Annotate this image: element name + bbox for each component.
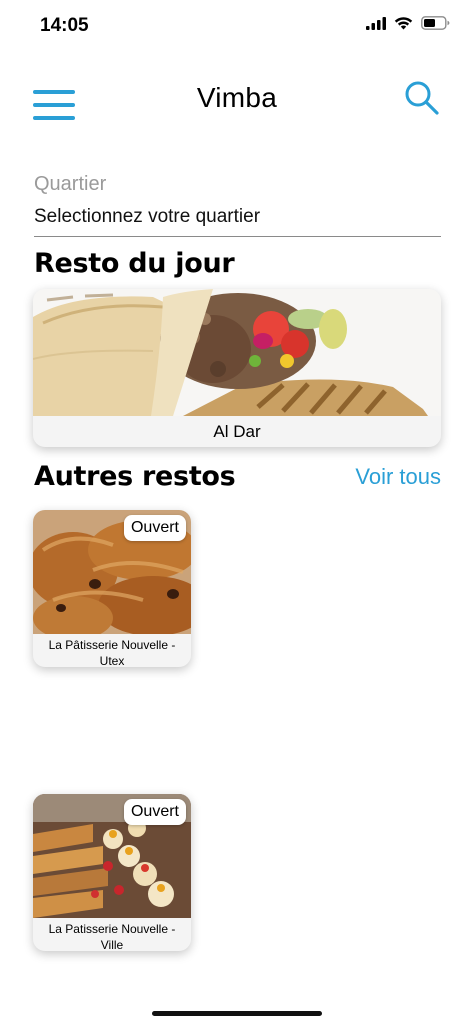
status-icons xyxy=(366,16,450,30)
wifi-icon xyxy=(394,17,413,30)
restaurant-name: La Pâtisserie Nouvelle - Utex xyxy=(48,638,176,667)
restaurant-card-utex[interactable]: Ouvert La Pâtisserie Nouvelle - Utex xyxy=(33,510,191,667)
see-all-link[interactable]: Voir tous xyxy=(355,464,441,490)
cellular-signal-icon xyxy=(366,16,386,30)
featured-section-title: Resto du jour xyxy=(34,248,235,279)
open-status-badge: Ouvert xyxy=(123,515,186,541)
quartier-select-value: Selectionnez votre quartier xyxy=(34,206,261,227)
home-indicator[interactable] xyxy=(152,1011,322,1016)
featured-restaurant-card[interactable]: Al Dar xyxy=(33,289,441,447)
status-bar: 14:05 xyxy=(0,0,474,50)
open-status-badge: Ouvert xyxy=(123,799,186,825)
search-icon[interactable] xyxy=(402,78,442,118)
navigation-bar: Vimba xyxy=(0,70,474,130)
status-time: 14:05 xyxy=(40,15,89,36)
featured-restaurant-image xyxy=(33,289,441,416)
quartier-select[interactable]: Selectionnez votre quartier xyxy=(34,206,441,237)
quartier-label: Quartier xyxy=(34,173,107,195)
battery-icon xyxy=(421,16,450,30)
restaurant-name: La Patisserie Nouvelle - Ville xyxy=(48,922,176,951)
featured-restaurant-name: Al Dar xyxy=(213,422,261,441)
restaurant-card-ville[interactable]: Ouvert La Patisserie Nouvelle - Ville xyxy=(33,794,191,951)
others-section-title: Autres restos xyxy=(34,461,236,492)
